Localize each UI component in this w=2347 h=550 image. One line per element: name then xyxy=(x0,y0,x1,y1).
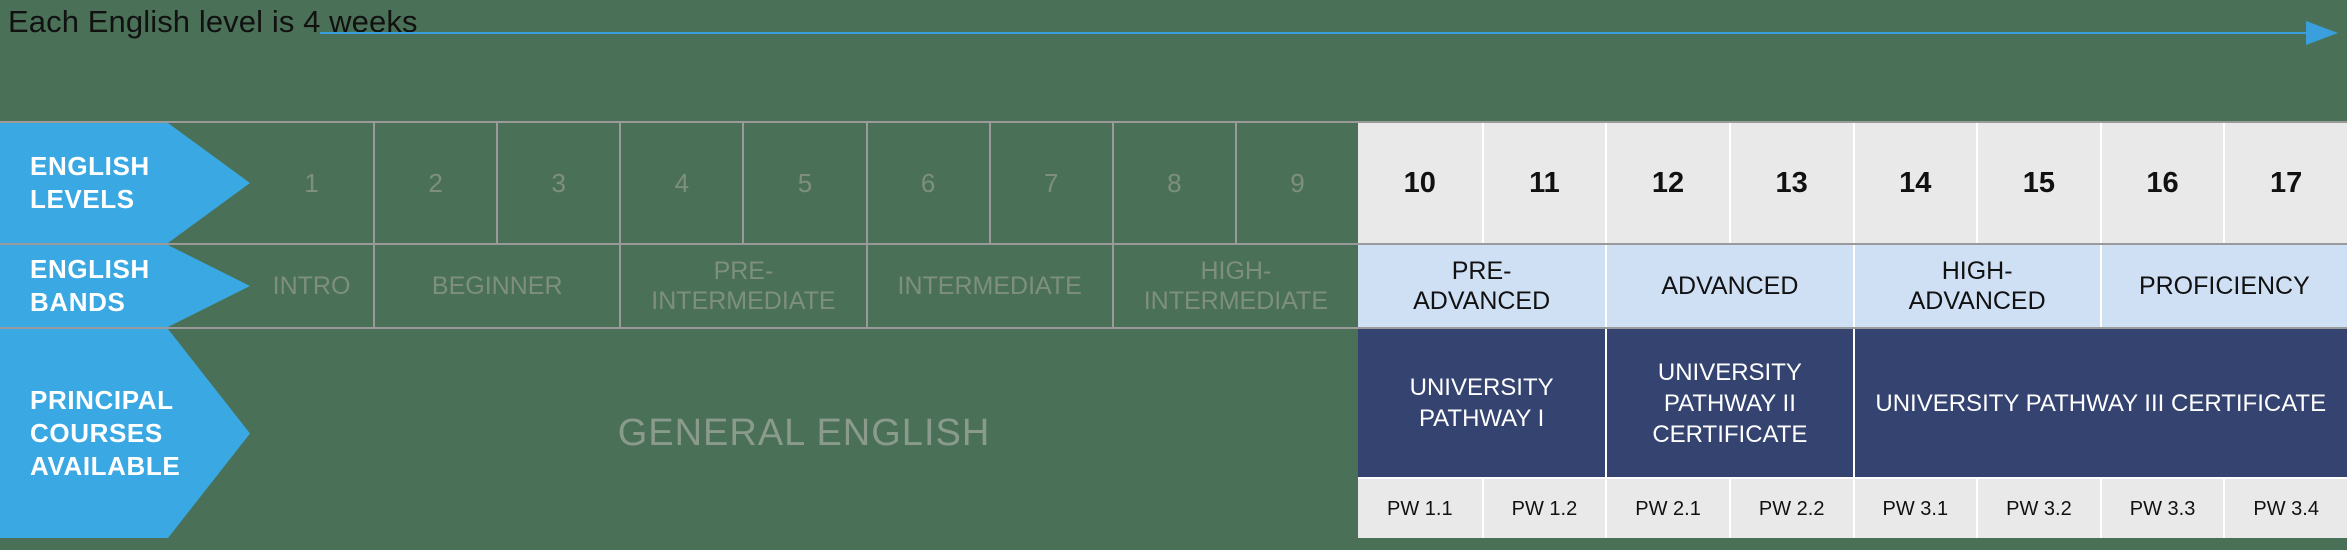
timeline-arrow-line xyxy=(320,32,2310,34)
pw-module-pw-2-1: PW 2.1 xyxy=(1605,479,1729,538)
level-cell-9-label: 9 xyxy=(1290,168,1305,198)
pathway-cell-university-pathway-ii-certificate: UNIVERSITY PATHWAY II CERTIFICATE xyxy=(1605,329,1853,477)
pw-module-pw-3-2: PW 3.2 xyxy=(1976,479,2100,538)
sidebar-label-english-levels-line1: ENGLISH xyxy=(30,151,150,181)
sidebar-label-principal-courses-line3: AVAILABLE xyxy=(30,451,181,481)
course-general-english-label: GENERAL ENGLISH xyxy=(617,412,991,454)
band-cell-intro: INTRO xyxy=(250,245,374,327)
levels-green-cells: 1 2 3 4 5 6 7 8 9 xyxy=(250,123,1358,243)
level-cell-9: 9 xyxy=(1234,123,1358,243)
pw-module-pw-1-2-label: PW 1.2 xyxy=(1511,497,1578,520)
level-cell-16-label: 16 xyxy=(2146,167,2179,199)
band-cell-intro-label: INTRO xyxy=(272,272,351,300)
bands-green-cells: INTRO BEGINNER PRE- INTERMEDIATE INTERMEDIAT… xyxy=(250,245,1358,327)
band-cell-advanced-label: ADVANCED xyxy=(1661,272,1799,300)
level-cell-6: 6 xyxy=(865,123,989,243)
level-cell-7: 7 xyxy=(988,123,1112,243)
row-english-levels: 123456789 10 11 12 13 14 15 16 17 xyxy=(0,123,2347,243)
level-cell-13-label: 13 xyxy=(1775,167,1808,199)
band-cell-beginner-label: BEGINNER xyxy=(431,272,563,300)
level-cell-8-label: 8 xyxy=(1167,168,1182,198)
course-general-english: GENERAL ENGLISH xyxy=(250,329,1358,538)
level-cell-8: 8 xyxy=(1111,123,1235,243)
level-cell-5-label: 5 xyxy=(797,168,813,198)
band-cell-pre-advanced: PRE- ADVANCED xyxy=(1358,245,1606,327)
pathway-cell-university-pathway-i: UNIVERSITY PATHWAY I xyxy=(1358,329,1606,477)
english-levels-chart: 123456789 10 11 12 13 14 15 16 17 ENGLISH LEVEL… xyxy=(0,121,2347,538)
bands-highlight-cells: PRE- ADVANCED ADVANCED HIGH- ADVANCED PROFICI… xyxy=(1358,245,2347,327)
university-pathway-cells: UNIVERSITY PATHWAY I UNIVERSITY PATHWAY I… xyxy=(1358,329,2347,477)
band-cell-pre-intermediate-label: PRE- INTERMEDIATE xyxy=(651,257,836,315)
level-cell-15-label: 15 xyxy=(2022,167,2056,199)
pathway-cell-university-pathway-i-label: UNIVERSITY PATHWAY I xyxy=(1409,374,1554,432)
level-cell-7-label: 7 xyxy=(1043,168,1059,198)
band-cell-high-intermediate-label: HIGH- INTERMEDIATE xyxy=(1143,257,1328,315)
band-cell-high-advanced-label: HIGH- ADVANCED xyxy=(1908,257,2046,315)
level-cell-4-label: 4 xyxy=(674,168,690,198)
band-cell-proficiency-label: PROFICIENCY xyxy=(2138,272,2310,300)
level-cell-10-label: 10 xyxy=(1403,167,1436,199)
level-cell-17: 17 xyxy=(2223,123,2347,243)
level-cell-1-label: 1 xyxy=(304,168,319,198)
pw-module-pw-3-3: PW 3.3 xyxy=(2099,479,2224,538)
level-cell-4: 4 xyxy=(619,123,743,243)
level-cell-11-label: 11 xyxy=(1529,167,1560,199)
pw-module-pw-1-2: PW 1.2 xyxy=(1481,479,1606,538)
level-cell-12: 12 xyxy=(1605,123,1729,243)
pathway-module-cells: PW 1.1 PW 1.2 PW 2.1 PW 2.2 PW 3.1 PW 3.2 PW 3… xyxy=(1358,477,2347,538)
pw-module-pw-3-4-label: PW 3.4 xyxy=(2253,497,2319,520)
band-cell-high-intermediate: HIGH- INTERMEDIATE xyxy=(1111,245,1358,327)
row-english-bands: INTRO BEGINNER PRE- INTERMEDIATE INTERMEDIAT… xyxy=(0,245,2347,327)
sidebar-label-english-bands-line1: ENGLISH xyxy=(30,254,150,284)
sidebar-label-principal-courses-line1: PRINCIPAL xyxy=(30,385,174,415)
right-arrow-icon xyxy=(2306,21,2338,45)
sidebar-label-english-bands-line2: BANDS xyxy=(30,287,126,317)
level-cell-1: 1 xyxy=(250,123,374,243)
pw-module-pw-2-1-label: PW 2.1 xyxy=(1635,497,1701,520)
band-cell-high-advanced: HIGH- ADVANCED xyxy=(1852,245,2100,327)
band-cell-beginner: BEGINNER xyxy=(373,245,620,327)
pw-module-pw-1-1: PW 1.1 xyxy=(1358,479,1482,538)
level-cell-2: 2 xyxy=(373,123,497,243)
pathway-cell-university-pathway-ii-certificate-label: UNIVERSITY PATHWAY II CERTIFICATE xyxy=(1652,358,1808,448)
pw-module-pw-3-1: PW 3.1 xyxy=(1852,479,1977,538)
level-cell-15: 15 xyxy=(1976,123,2100,243)
level-cell-16: 16 xyxy=(2099,123,2224,243)
university-pathways-block: UNIVERSITY PATHWAY I UNIVERSITY PATHWAY I… xyxy=(1358,329,2347,538)
level-cell-5: 5 xyxy=(742,123,866,243)
level-cell-14-label: 14 xyxy=(1899,167,1932,199)
level-cell-10: 10 xyxy=(1358,123,1482,243)
pw-module-pw-1-1-label: PW 1.1 xyxy=(1387,497,1453,520)
pw-module-pw-3-1-label: PW 3.1 xyxy=(1882,497,1949,520)
level-cell-13: 13 xyxy=(1728,123,1853,243)
header-bar: Each English level is 4 weeks xyxy=(0,0,2347,68)
band-cell-pre-intermediate: PRE- INTERMEDIATE xyxy=(619,245,866,327)
band-cell-intermediate-label: INTERMEDIATE xyxy=(897,272,1082,300)
level-cell-3: 3 xyxy=(496,123,620,243)
band-cell-proficiency: PROFICIENCY xyxy=(2099,245,2347,327)
pw-module-pw-3-2-label: PW 3.2 xyxy=(2006,497,2072,520)
sidebar-label-principal-courses-line2: COURSES xyxy=(30,418,163,448)
header-caption: Each English level is 4 weeks xyxy=(8,4,418,39)
pw-module-pw-2-2: PW 2.2 xyxy=(1728,479,1853,538)
band-cell-pre-advanced-label: PRE- ADVANCED xyxy=(1413,257,1551,315)
level-cell-6-label: 6 xyxy=(920,168,936,198)
pathway-cell-university-pathway-iii-certificate: UNIVERSITY PATHWAY III CERTIFICATE xyxy=(1852,329,2347,477)
levels-highlight-cells: 10 11 12 13 14 15 16 17 xyxy=(1358,123,2347,243)
pw-module-pw-2-2-label: PW 2.2 xyxy=(1758,497,1825,520)
pw-module-pw-3-3-label: PW 3.3 xyxy=(2129,497,2196,520)
row-principal-courses: GENERAL ENGLISH UNIVERSITY PATHWAY I UNIV… xyxy=(0,329,2347,538)
level-cell-17-label: 17 xyxy=(2270,167,2303,199)
pathway-cell-university-pathway-iii-certificate-label: UNIVERSITY PATHWAY III CERTIFICATE xyxy=(1875,389,2327,417)
band-cell-advanced: ADVANCED xyxy=(1605,245,1853,327)
band-cell-intermediate: INTERMEDIATE xyxy=(865,245,1112,327)
level-cell-12-label: 12 xyxy=(1651,167,1685,199)
level-cell-14: 14 xyxy=(1852,123,1977,243)
level-cell-3-label: 3 xyxy=(551,168,566,198)
sidebar-label-english-levels-line2: LEVELS xyxy=(30,184,135,214)
level-cell-11: 11 xyxy=(1481,123,1606,243)
level-cell-2-label: 2 xyxy=(428,168,443,198)
pw-module-pw-3-4: PW 3.4 xyxy=(2223,479,2347,538)
